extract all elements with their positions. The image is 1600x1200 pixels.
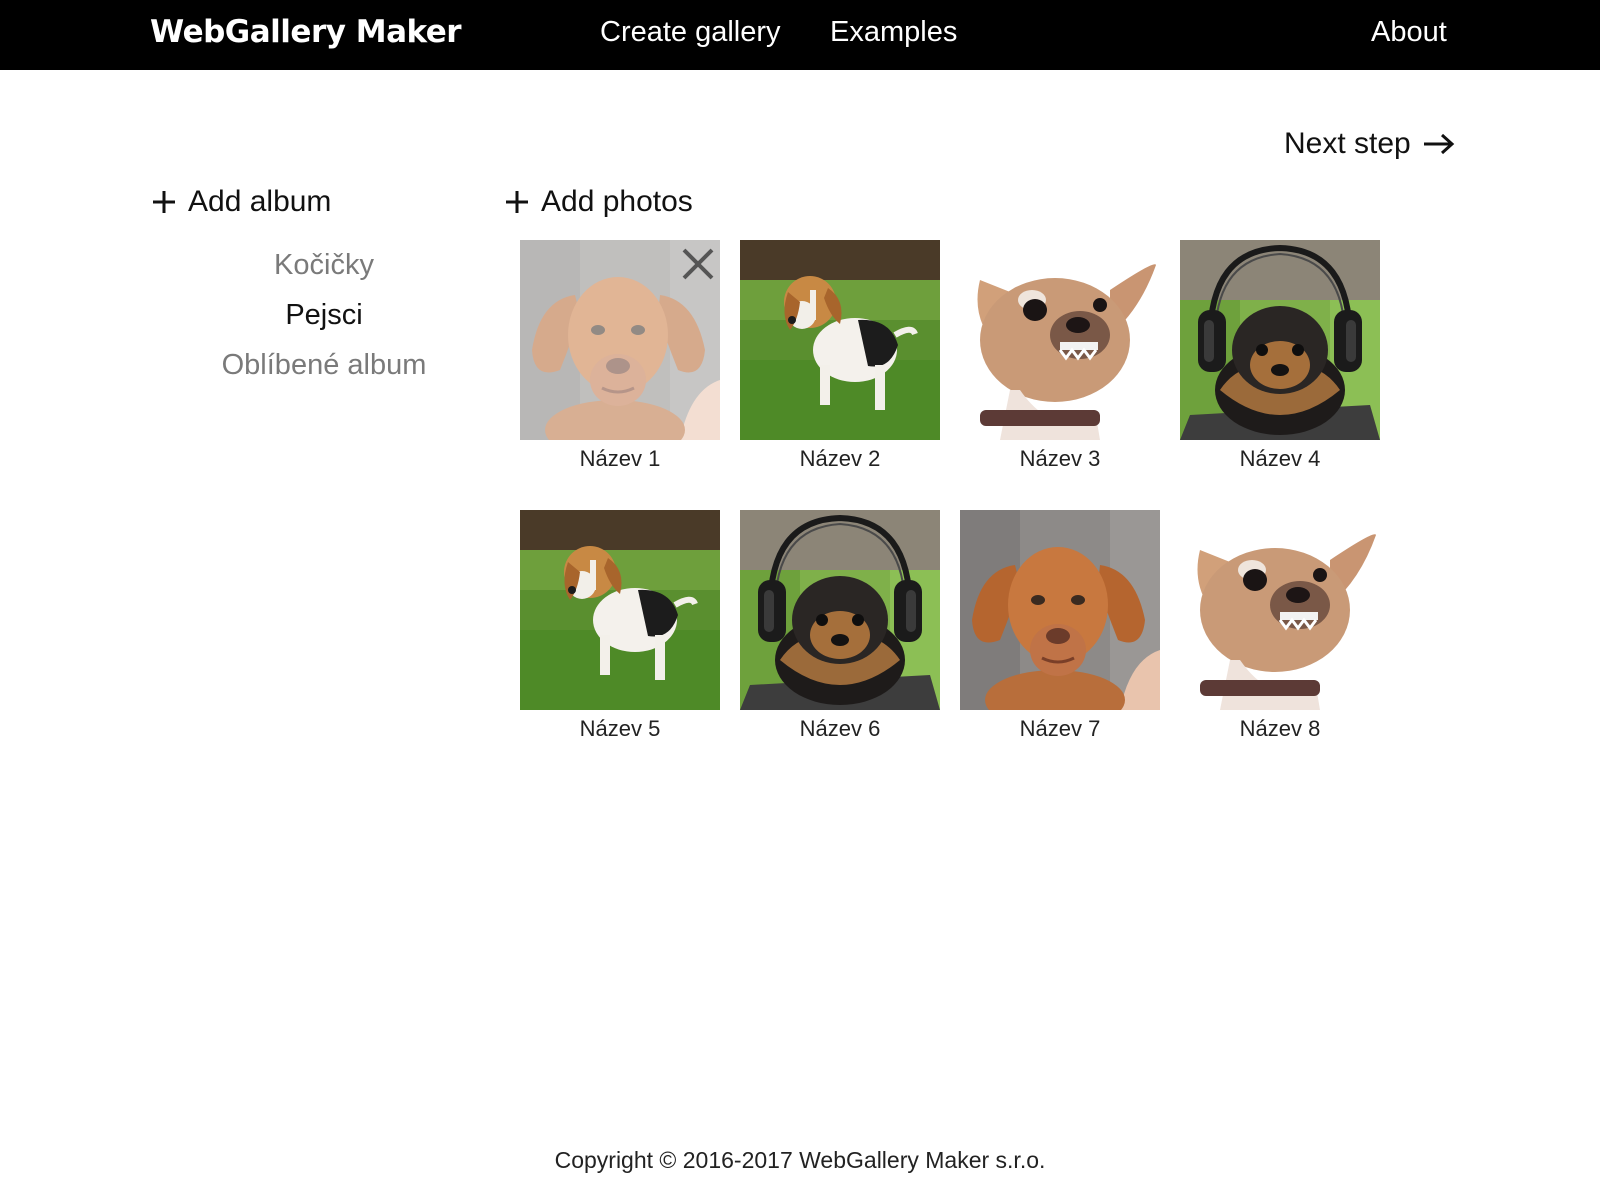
album-item-pejsci[interactable]: Pejsci: [150, 290, 498, 340]
arrow-right-icon: [1423, 133, 1454, 155]
album-list: Kočičky Pejsci Oblíbené album: [150, 240, 498, 390]
photo-card-1[interactable]: Název 1: [520, 240, 720, 490]
photo-caption: Název 1: [579, 446, 661, 471]
photo-thumbnail[interactable]: [740, 510, 940, 710]
next-step-button[interactable]: Next step: [1284, 124, 1455, 164]
photo-thumbnail[interactable]: [960, 240, 1160, 440]
brand-logo[interactable]: WebGallery Maker: [150, 12, 462, 52]
photo-thumbnail[interactable]: [960, 510, 1160, 710]
chihuahua-image: [1180, 510, 1380, 710]
photo-caption: Název 7: [1019, 716, 1101, 741]
album-item-kocicky[interactable]: Kočičky: [150, 240, 498, 290]
photo-thumbnail[interactable]: [1180, 240, 1380, 440]
beagle-puppy-image: [740, 240, 940, 440]
chihuahua-image: [960, 240, 1160, 440]
photo-card-8[interactable]: Název 8: [1180, 510, 1380, 760]
photo-card-3[interactable]: Název 3: [960, 240, 1160, 490]
photo-caption: Název 6: [799, 716, 881, 741]
photo-card-6[interactable]: Název 6: [740, 510, 940, 760]
footer-copyright: Copyright © 2016-2017 WebGallery Maker s…: [554, 1147, 1046, 1173]
add-album-label: Add album: [188, 185, 332, 218]
photo-caption: Název 3: [1019, 446, 1101, 471]
nav-create-gallery[interactable]: Create gallery: [600, 14, 781, 50]
vizsla-puppy-image: [960, 510, 1160, 710]
photo-card-4[interactable]: Název 4: [1180, 240, 1380, 490]
photo-thumbnail[interactable]: [520, 510, 720, 710]
yorkie-headphones-image: [740, 510, 940, 710]
beagle-puppy-image: [520, 510, 720, 710]
plus-icon: [153, 191, 175, 213]
plus-icon: [506, 191, 528, 213]
photo-caption: Název 2: [799, 446, 881, 471]
photo-caption: Název 5: [579, 716, 661, 741]
photo-card-7[interactable]: Název 7: [960, 510, 1160, 760]
add-photos-label: Add photos: [541, 185, 693, 218]
photo-card-5[interactable]: Název 5: [520, 510, 720, 760]
nav-about[interactable]: About: [1371, 14, 1447, 50]
next-step-label: Next step: [1284, 127, 1411, 160]
photo-thumbnail[interactable]: [740, 240, 940, 440]
close-icon[interactable]: [678, 244, 718, 284]
photo-thumbnail[interactable]: [1180, 510, 1380, 710]
top-navigation-bar: WebGallery Maker Create gallery Examples…: [0, 0, 1600, 70]
add-album-button[interactable]: Add album: [152, 182, 331, 222]
photo-card-2[interactable]: Název 2: [740, 240, 940, 490]
nav-examples[interactable]: Examples: [830, 14, 957, 50]
add-photos-button[interactable]: Add photos: [505, 182, 693, 222]
yorkie-headphones-image: [1180, 240, 1380, 440]
photo-thumbnail[interactable]: [520, 240, 720, 440]
photo-caption: Název 8: [1239, 716, 1321, 741]
photo-caption: Název 4: [1239, 446, 1321, 471]
album-item-oblibene[interactable]: Oblíbené album: [150, 340, 498, 390]
